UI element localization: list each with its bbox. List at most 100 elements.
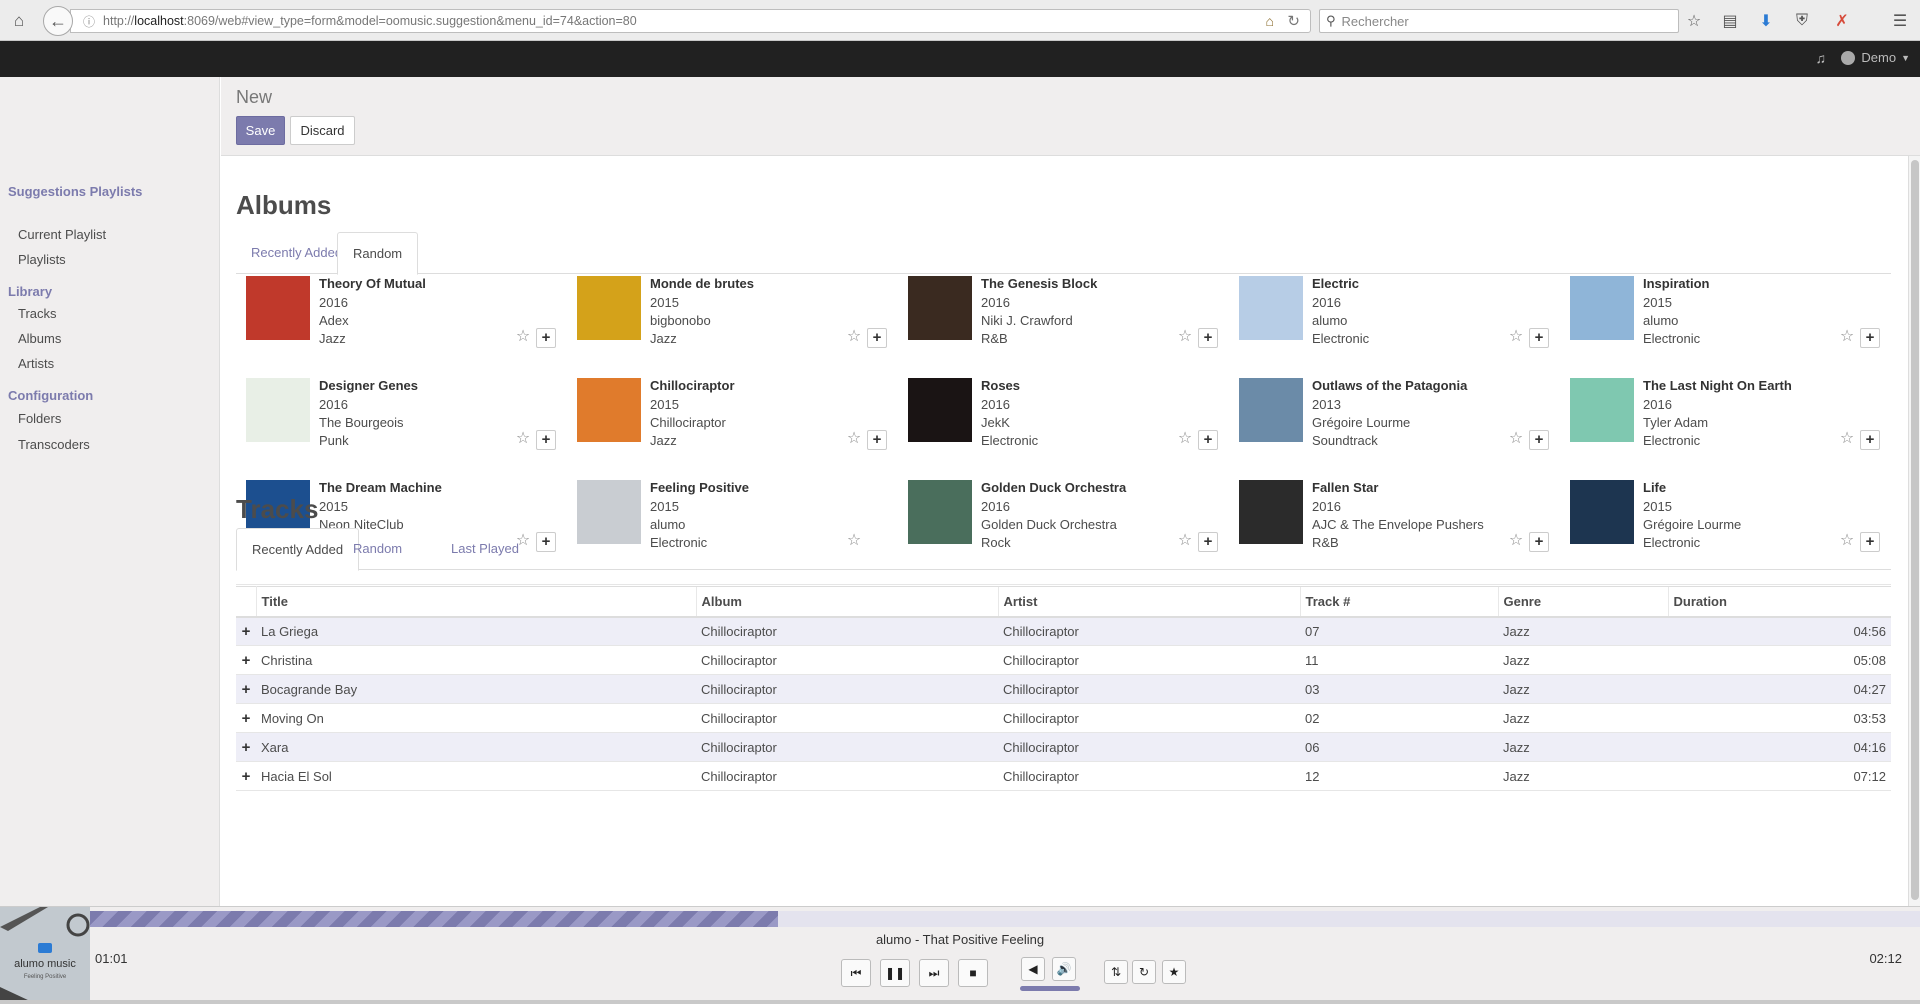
album-title[interactable]: The Last Night On Earth (1643, 378, 1792, 393)
home-icon[interactable]: ⌂ (6, 8, 32, 34)
progress-bar[interactable] (90, 911, 1920, 927)
stop-button[interactable]: ■ (958, 959, 988, 987)
add-track-button[interactable]: + (236, 616, 256, 646)
column-header-genre[interactable]: Genre (1497, 586, 1668, 618)
album-cover[interactable] (577, 276, 641, 340)
star-outline-icon[interactable]: ☆ (1838, 430, 1856, 448)
hamburger-menu-icon[interactable]: ☰ (1889, 10, 1911, 32)
browser-search-input[interactable]: ⚲ Rechercher (1319, 9, 1679, 33)
star-outline-icon[interactable]: ☆ (1176, 328, 1194, 346)
album-title[interactable]: Electric (1312, 276, 1359, 291)
star-outline-icon[interactable]: ☆ (514, 328, 532, 346)
repeat-button[interactable]: ↻ (1132, 960, 1156, 984)
album-title[interactable]: The Dream Machine (319, 480, 442, 495)
column-header-artist[interactable]: Artist (997, 586, 1300, 618)
table-row[interactable]: + Xara Chillociraptor Chillociraptor 06 Jazz 0… (236, 732, 1891, 762)
download-icon[interactable]: ⬇ (1755, 10, 1777, 32)
star-outline-icon[interactable]: ☆ (1176, 430, 1194, 448)
album-title[interactable]: Fallen Star (1312, 480, 1378, 495)
menu-section-configuration[interactable]: Configuration (8, 387, 93, 405)
next-track-button[interactable]: ⏭ (919, 959, 949, 987)
add-to-playlist-button[interactable]: + (536, 430, 556, 450)
discard-button[interactable]: Discard (290, 116, 355, 145)
add-to-playlist-button[interactable]: + (867, 430, 887, 450)
album-cover[interactable] (908, 276, 972, 340)
add-to-playlist-button[interactable]: + (1198, 328, 1218, 348)
add-to-playlist-button[interactable]: + (1860, 328, 1880, 348)
bookmark-star-icon[interactable]: ☆ (1683, 10, 1705, 32)
album-title[interactable]: Chillociraptor (650, 378, 735, 393)
add-to-playlist-button[interactable]: + (867, 328, 887, 348)
album-cover[interactable] (1570, 378, 1634, 442)
menu-item-tracks[interactable]: Tracks (18, 306, 57, 321)
album-card[interactable]: Designer Genes 2016 The Bourgeois Punk ☆ + (236, 378, 566, 458)
user-menu[interactable]: Demo ▼ (1841, 50, 1910, 65)
menu-item-folders[interactable]: Folders (18, 411, 61, 426)
menu-item-albums[interactable]: Albums (18, 331, 61, 346)
album-title[interactable]: Designer Genes (319, 378, 418, 393)
reload-icon[interactable]: ↻ (1287, 12, 1300, 30)
column-header-track-number[interactable]: Track # (1299, 586, 1498, 618)
tab-tracks-last-played[interactable]: Last Played (436, 528, 534, 570)
table-row[interactable]: + La Griega Chillociraptor Chillociraptor 07… (236, 616, 1891, 646)
table-row[interactable]: + Hacia El Sol Chillociraptor Chillocirapto… (236, 761, 1891, 791)
album-card[interactable]: The Genesis Block 2016 Niki J. Crawford R&B… (898, 276, 1228, 356)
album-title[interactable]: Inspiration (1643, 276, 1709, 291)
pause-button[interactable]: ❚❚ (880, 959, 910, 987)
album-title[interactable]: The Genesis Block (981, 276, 1097, 291)
menu-section-library[interactable]: Library (8, 283, 52, 301)
star-outline-icon[interactable]: ☆ (1838, 328, 1856, 346)
album-cover[interactable] (1570, 276, 1634, 340)
add-to-playlist-button[interactable]: + (1529, 328, 1549, 348)
previous-track-button[interactable]: ⏮ (841, 959, 871, 987)
info-icon[interactable]: ⓘ (83, 13, 95, 30)
star-outline-icon[interactable]: ☆ (845, 328, 863, 346)
scrollbar[interactable] (1908, 156, 1920, 906)
menu-item-artists[interactable]: Artists (18, 356, 54, 371)
album-cover[interactable] (577, 378, 641, 442)
music-note-icon[interactable]: ♫ (1816, 50, 1827, 66)
album-title[interactable]: Roses (981, 378, 1020, 393)
album-card[interactable]: Electric 2016 alumo Electronic ☆ + (1229, 276, 1559, 356)
add-to-playlist-button[interactable]: + (1860, 430, 1880, 450)
star-button[interactable]: ★ (1162, 960, 1186, 984)
album-card[interactable]: Theory Of Mutual 2016 Adex Jazz ☆ + (236, 276, 566, 356)
album-cover[interactable] (246, 378, 310, 442)
star-outline-icon[interactable]: ☆ (514, 430, 532, 448)
add-to-playlist-button[interactable]: + (1529, 430, 1549, 450)
volume-down-button[interactable]: ◀ (1021, 957, 1045, 981)
album-title[interactable]: Golden Duck Orchestra (981, 480, 1126, 495)
tab-tracks-random[interactable]: Random (338, 528, 417, 570)
back-arrow-icon[interactable]: ← (43, 6, 73, 36)
volume-up-button[interactable]: 🔊 (1052, 957, 1076, 981)
album-title[interactable]: Feeling Positive (650, 480, 749, 495)
volume-slider[interactable] (1020, 986, 1080, 991)
album-cover[interactable] (908, 378, 972, 442)
album-card[interactable]: Monde de brutes 2015 bigbonobo Jazz ☆ + (567, 276, 897, 356)
album-title[interactable]: Life (1643, 480, 1666, 495)
table-row[interactable]: + Christina Chillociraptor Chillociraptor 11… (236, 645, 1891, 675)
tab-albums-random[interactable]: Random (337, 232, 419, 275)
album-cover[interactable] (1239, 276, 1303, 340)
star-outline-icon[interactable]: ☆ (1507, 430, 1525, 448)
album-card[interactable]: Roses 2016 JekK Electronic ☆ + (898, 378, 1228, 458)
url-bar[interactable]: ⓘ http://localhost:8069/web#view_type=fo… (70, 9, 1311, 33)
menu-item-playlists[interactable]: Playlists (18, 252, 66, 267)
add-track-button[interactable]: + (236, 761, 256, 791)
column-header-duration[interactable]: Duration (1667, 586, 1891, 618)
add-to-playlist-button[interactable]: + (1198, 430, 1218, 450)
column-header-title[interactable]: Title (255, 586, 696, 618)
table-row[interactable]: + Moving On Chillociraptor Chillociraptor 02… (236, 703, 1891, 733)
table-row[interactable]: + Bocagrande Bay Chillociraptor Chillocirap… (236, 674, 1891, 704)
home-page-icon[interactable]: ⌂ (1266, 13, 1274, 29)
album-cover[interactable] (1239, 378, 1303, 442)
scrollbar-thumb[interactable] (1911, 160, 1919, 900)
star-outline-icon[interactable]: ☆ (1507, 328, 1525, 346)
album-title[interactable]: Outlaws of the Patagonia (1312, 378, 1467, 393)
album-card[interactable]: The Last Night On Earth 2016 Tyler Adam Ele… (1560, 378, 1890, 458)
album-title[interactable]: Theory Of Mutual (319, 276, 426, 291)
add-track-button[interactable]: + (236, 674, 256, 704)
menu-section-suggestions[interactable]: Suggestions Playlists (8, 183, 142, 201)
shuffle-button[interactable]: ⇅ (1104, 960, 1128, 984)
menu-item-transcoders[interactable]: Transcoders (18, 437, 90, 452)
